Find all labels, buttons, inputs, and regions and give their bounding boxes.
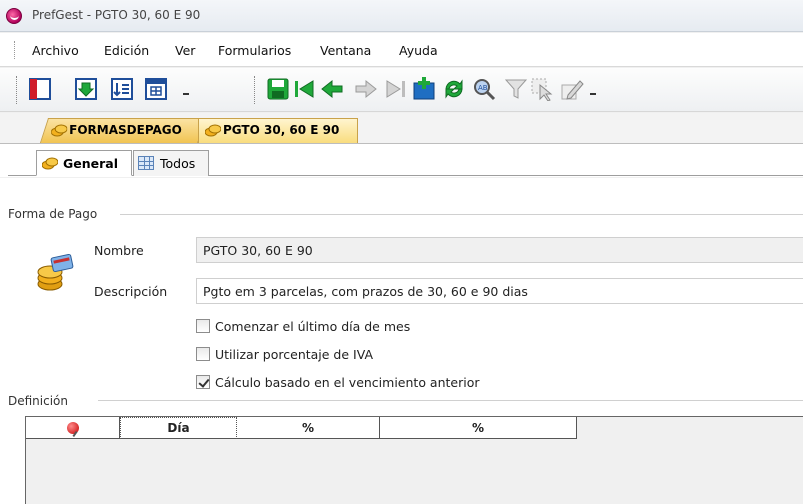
sort-icon[interactable] — [110, 77, 134, 101]
table-icon[interactable] — [144, 77, 168, 101]
menu-ver[interactable]: Ver — [175, 43, 195, 58]
grid-header-indicator[interactable] — [26, 417, 120, 439]
find-icon[interactable]: AB — [472, 77, 496, 101]
document-tabs: FORMASDEPAGO PGTO 30, 60 E 90 — [0, 113, 803, 143]
import-icon[interactable] — [74, 77, 98, 101]
menu-grip[interactable] — [14, 41, 16, 59]
menu-bar: Archivo Edición Ver Formularios Ventana … — [0, 33, 803, 67]
checkbox-label: Comenzar el último día de mes — [215, 318, 411, 334]
inner-tabs: General Todos — [0, 143, 803, 177]
menu-edicion[interactable]: Edición — [104, 43, 149, 58]
descripcion-label: Descripción — [94, 284, 168, 299]
toolbar-grip-2[interactable] — [254, 76, 256, 104]
group-definicion-title: Definición — [8, 394, 76, 408]
menu-ayuda[interactable]: Ayuda — [399, 43, 438, 58]
checkbox-checked[interactable] — [196, 375, 210, 389]
grid-header: Día % % — [26, 417, 577, 439]
group-forma-de-pago-title: Forma de Pago — [8, 207, 106, 221]
grid-header-dia[interactable]: Día — [120, 417, 237, 439]
group-divider-definicion — [98, 400, 803, 401]
toolbar-grip[interactable] — [16, 76, 18, 104]
check-utilizar-iva[interactable]: Utilizar porcentaje de IVA — [196, 345, 373, 363]
checkbox[interactable] — [196, 347, 210, 361]
app-logo-icon — [6, 8, 22, 24]
edit-icon[interactable] — [560, 77, 584, 101]
payment-coins-icon — [37, 253, 74, 291]
check-calculo-vencimiento[interactable]: Cálculo basado en el vencimiento anterio… — [196, 373, 480, 391]
next-record-icon[interactable] — [354, 77, 378, 101]
nombre-field[interactable]: PGTO 30, 60 E 90 — [196, 237, 803, 263]
select-icon[interactable] — [530, 77, 554, 101]
tab-todos-label: Todos — [160, 156, 196, 171]
add-record-icon[interactable] — [412, 77, 436, 101]
definicion-grid[interactable]: Día % % — [25, 416, 803, 504]
title-bar: PrefGest - PGTO 30, 60 E 90 — [0, 0, 803, 32]
toolbar-overflow-right[interactable] — [590, 93, 596, 96]
menu-formularios[interactable]: Formularios — [218, 43, 291, 58]
nombre-label: Nombre — [94, 243, 144, 258]
pin-icon — [66, 422, 79, 434]
toolbar: AB — [0, 68, 803, 112]
checkbox[interactable] — [196, 319, 210, 333]
grid-header-percent-1[interactable]: % — [237, 417, 380, 439]
tab-general[interactable]: General — [36, 150, 132, 176]
new-form-icon[interactable] — [28, 77, 52, 101]
window-title: PrefGest - PGTO 30, 60 E 90 — [32, 8, 201, 22]
group-divider — [120, 214, 803, 215]
coins-icon — [205, 124, 221, 137]
check-comenzar-ultimo-dia[interactable]: Comenzar el último día de mes — [196, 317, 410, 335]
menu-archivo[interactable]: Archivo — [32, 43, 79, 58]
menu-ventana[interactable]: Ventana — [320, 43, 371, 58]
refresh-icon[interactable] — [442, 77, 466, 101]
last-record-icon[interactable] — [384, 77, 408, 101]
doc-tab-pgto[interactable]: PGTO 30, 60 E 90 — [198, 118, 358, 143]
grid-icon — [138, 156, 154, 170]
checkbox-label: Cálculo basado en el vencimiento anterio… — [215, 374, 480, 390]
doc-tab-label: FORMASDEPAGO — [69, 123, 182, 137]
checkbox-label: Utilizar porcentaje de IVA — [215, 346, 374, 362]
coins-icon — [42, 157, 58, 170]
tab-general-label: General — [63, 156, 118, 171]
toolbar-overflow-left[interactable] — [183, 93, 189, 96]
descripcion-field[interactable]: Pgto em 3 parcelas, com prazos de 30, 60… — [196, 278, 803, 304]
coins-icon — [51, 124, 68, 137]
save-icon[interactable] — [266, 77, 290, 101]
filter-icon[interactable] — [504, 77, 528, 101]
tab-todos[interactable]: Todos — [133, 150, 209, 176]
first-record-icon[interactable] — [292, 77, 316, 101]
doc-tab-label: PGTO 30, 60 E 90 — [223, 123, 340, 137]
grid-header-percent-2[interactable]: % — [380, 417, 577, 439]
doc-tab-formasdepago[interactable]: FORMASDEPAGO — [39, 118, 207, 143]
previous-record-icon[interactable] — [320, 77, 344, 101]
svg-text:AB: AB — [478, 84, 488, 92]
